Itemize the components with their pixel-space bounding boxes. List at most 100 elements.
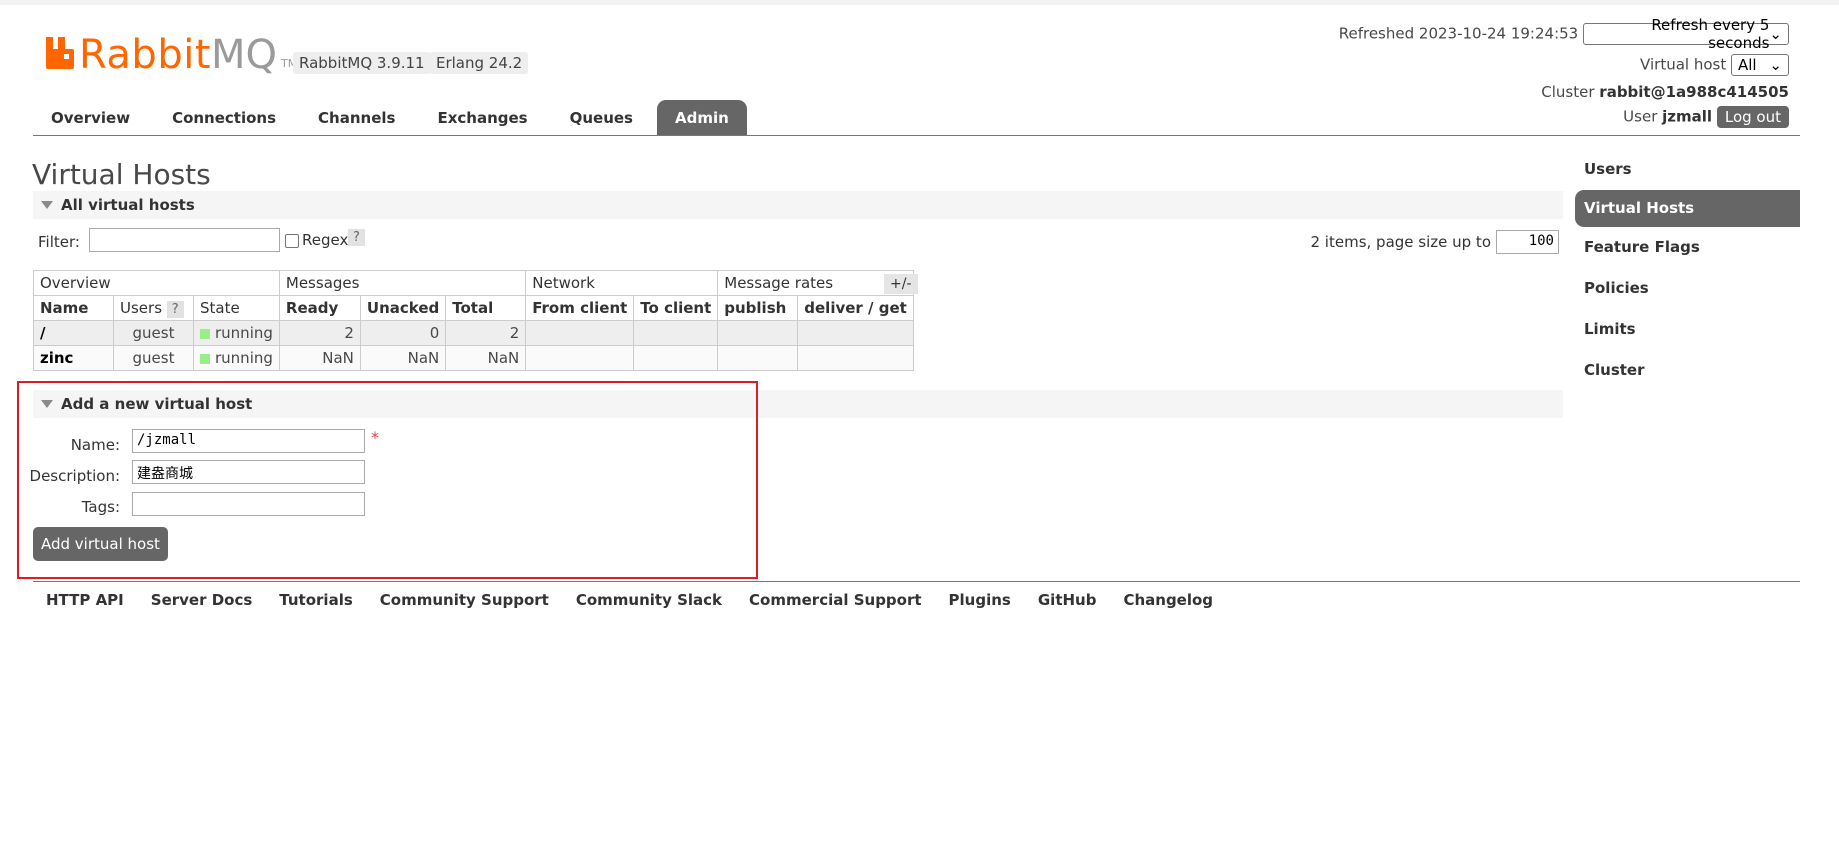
vhost-from-client — [525, 320, 635, 346]
vhost-unacked: NaN — [359, 345, 447, 371]
table-group-header-row: Overview Messages Network Message rates — [33, 270, 914, 296]
side-nav-cluster[interactable]: Cluster — [1575, 350, 1800, 391]
vhost-users: guest — [113, 320, 194, 346]
rabbitmq-logo[interactable]: Rabbit MQ TM — [44, 31, 297, 76]
side-nav-virtual-hosts[interactable]: Virtual Hosts — [1575, 190, 1800, 227]
admin-side-nav: Users Virtual Hosts Feature Flags Polici… — [1575, 149, 1800, 391]
rabbitmq-version-badge: RabbitMQ 3.9.11 — [293, 52, 431, 74]
regex-help-button[interactable]: ? — [348, 229, 365, 246]
page-size-input[interactable]: 100 — [1496, 230, 1559, 254]
collapse-triangle-icon — [41, 201, 53, 209]
col-unacked[interactable]: Unacked — [359, 295, 447, 321]
footer-link-commercial-support[interactable]: Commercial Support — [749, 591, 922, 609]
user-label: User — [1623, 107, 1658, 126]
logo-text-mq: MQ — [211, 32, 278, 78]
vhost-state: running — [193, 345, 280, 371]
logout-button[interactable]: Log out — [1716, 106, 1789, 128]
side-nav-users[interactable]: Users — [1575, 149, 1800, 190]
table-row: / guest running 2 0 2 — [33, 320, 914, 346]
tab-admin[interactable]: Admin — [656, 100, 747, 136]
tabs-divider — [33, 135, 1800, 136]
chevron-down-icon: ⌄ — [1769, 56, 1782, 74]
users-help-button[interactable]: ? — [166, 300, 184, 318]
refresh-row: Refreshed 2023-10-24 19:24:53 Refresh ev… — [1338, 16, 1789, 52]
refreshed-timestamp: Refreshed 2023-10-24 19:24:53 — [1338, 24, 1579, 43]
all-vhosts-title: All virtual hosts — [61, 196, 195, 214]
vhost-state: running — [193, 320, 280, 346]
col-state[interactable]: State — [193, 295, 280, 321]
vhost-ready: NaN — [278, 345, 361, 371]
vhost-label: Virtual host — [1640, 55, 1727, 74]
vhost-deliver-get — [797, 345, 914, 371]
main-nav-tabs: Overview Connections Channels Exchanges … — [33, 100, 753, 136]
logo-text-rabbit: Rabbit — [79, 32, 212, 78]
vhost-row: Virtual host All ⌄ — [1640, 54, 1789, 76]
vhost-to-client — [633, 320, 719, 346]
status-running-icon — [200, 328, 210, 339]
tab-exchanges[interactable]: Exchanges — [419, 100, 545, 136]
user-row: User jzmall Log out — [1623, 106, 1789, 128]
regex-checkbox[interactable] — [285, 234, 299, 248]
col-name[interactable]: Name — [33, 295, 114, 321]
vhost-name-link[interactable]: / — [33, 320, 114, 346]
vhost-deliver-get — [797, 320, 914, 346]
status-running-icon — [200, 353, 210, 364]
vhost-total: 2 — [445, 320, 527, 346]
footer-link-community-support[interactable]: Community Support — [380, 591, 549, 609]
col-to-client[interactable]: To client — [633, 295, 719, 321]
vhost-ready: 2 — [278, 320, 361, 346]
col-users[interactable]: Users ? — [113, 295, 194, 321]
vhost-users: guest — [113, 345, 194, 371]
rabbitmq-logo-icon — [46, 37, 74, 69]
footer-divider — [33, 581, 1800, 582]
group-messages: Messages — [278, 270, 527, 296]
regex-label: Regex — [302, 231, 349, 249]
footer-link-plugins[interactable]: Plugins — [949, 591, 1011, 609]
side-nav-feature-flags[interactable]: Feature Flags — [1575, 227, 1800, 268]
vhost-publish — [717, 345, 799, 371]
tab-queues[interactable]: Queues — [552, 100, 651, 136]
tab-connections[interactable]: Connections — [154, 100, 294, 136]
col-deliver-get[interactable]: deliver / get — [797, 295, 914, 321]
refresh-interval-select[interactable]: Refresh every 5 seconds ⌄ — [1583, 16, 1789, 52]
group-network: Network — [525, 270, 719, 296]
footer-link-community-slack[interactable]: Community Slack — [576, 591, 722, 609]
cluster-label: Cluster — [1541, 83, 1595, 101]
vhost-select[interactable]: All ⌄ — [1731, 54, 1789, 76]
vhosts-table: Overview Messages Network Message rates … — [33, 270, 914, 371]
user-name: jzmall — [1662, 107, 1713, 126]
footer-link-changelog[interactable]: Changelog — [1123, 591, 1213, 609]
side-nav-limits[interactable]: Limits — [1575, 309, 1800, 350]
footer-link-http-api[interactable]: HTTP API — [46, 591, 124, 609]
col-from-client[interactable]: From client — [525, 295, 635, 321]
footer-link-server-docs[interactable]: Server Docs — [151, 591, 253, 609]
footer-link-github[interactable]: GitHub — [1038, 591, 1097, 609]
vhost-to-client — [633, 345, 719, 371]
all-vhosts-section-header[interactable]: All virtual hosts — [33, 191, 1563, 219]
footer-link-tutorials[interactable]: Tutorials — [279, 591, 352, 609]
filter-input[interactable] — [89, 228, 280, 252]
side-nav-policies[interactable]: Policies — [1575, 268, 1800, 309]
vhost-name-link[interactable]: zinc — [33, 345, 114, 371]
erlang-version-badge: Erlang 24.2 — [430, 52, 529, 74]
pagination-info: 2 items, page size up to — [1310, 233, 1492, 251]
table-row: zinc guest running NaN NaN NaN — [33, 345, 914, 371]
filter-label: Filter: — [38, 233, 80, 251]
page-title: Virtual Hosts — [32, 158, 211, 191]
group-overview: Overview — [33, 270, 280, 296]
highlight-box — [17, 381, 758, 579]
col-ready[interactable]: Ready — [278, 295, 361, 321]
cluster-name: rabbit@1a988c414505 — [1599, 83, 1789, 101]
vhost-total: NaN — [445, 345, 527, 371]
vhost-publish — [717, 320, 799, 346]
col-publish[interactable]: publish — [717, 295, 799, 321]
column-toggle-button[interactable]: +/- — [884, 274, 918, 294]
vhost-from-client — [525, 345, 635, 371]
vhost-unacked: 0 — [359, 320, 447, 346]
tab-overview[interactable]: Overview — [33, 100, 148, 136]
top-strip — [0, 0, 1839, 5]
tab-channels[interactable]: Channels — [300, 100, 413, 136]
footer-links: HTTP API Server Docs Tutorials Community… — [46, 591, 1240, 609]
chevron-down-icon: ⌄ — [1769, 25, 1782, 43]
col-total[interactable]: Total — [445, 295, 527, 321]
